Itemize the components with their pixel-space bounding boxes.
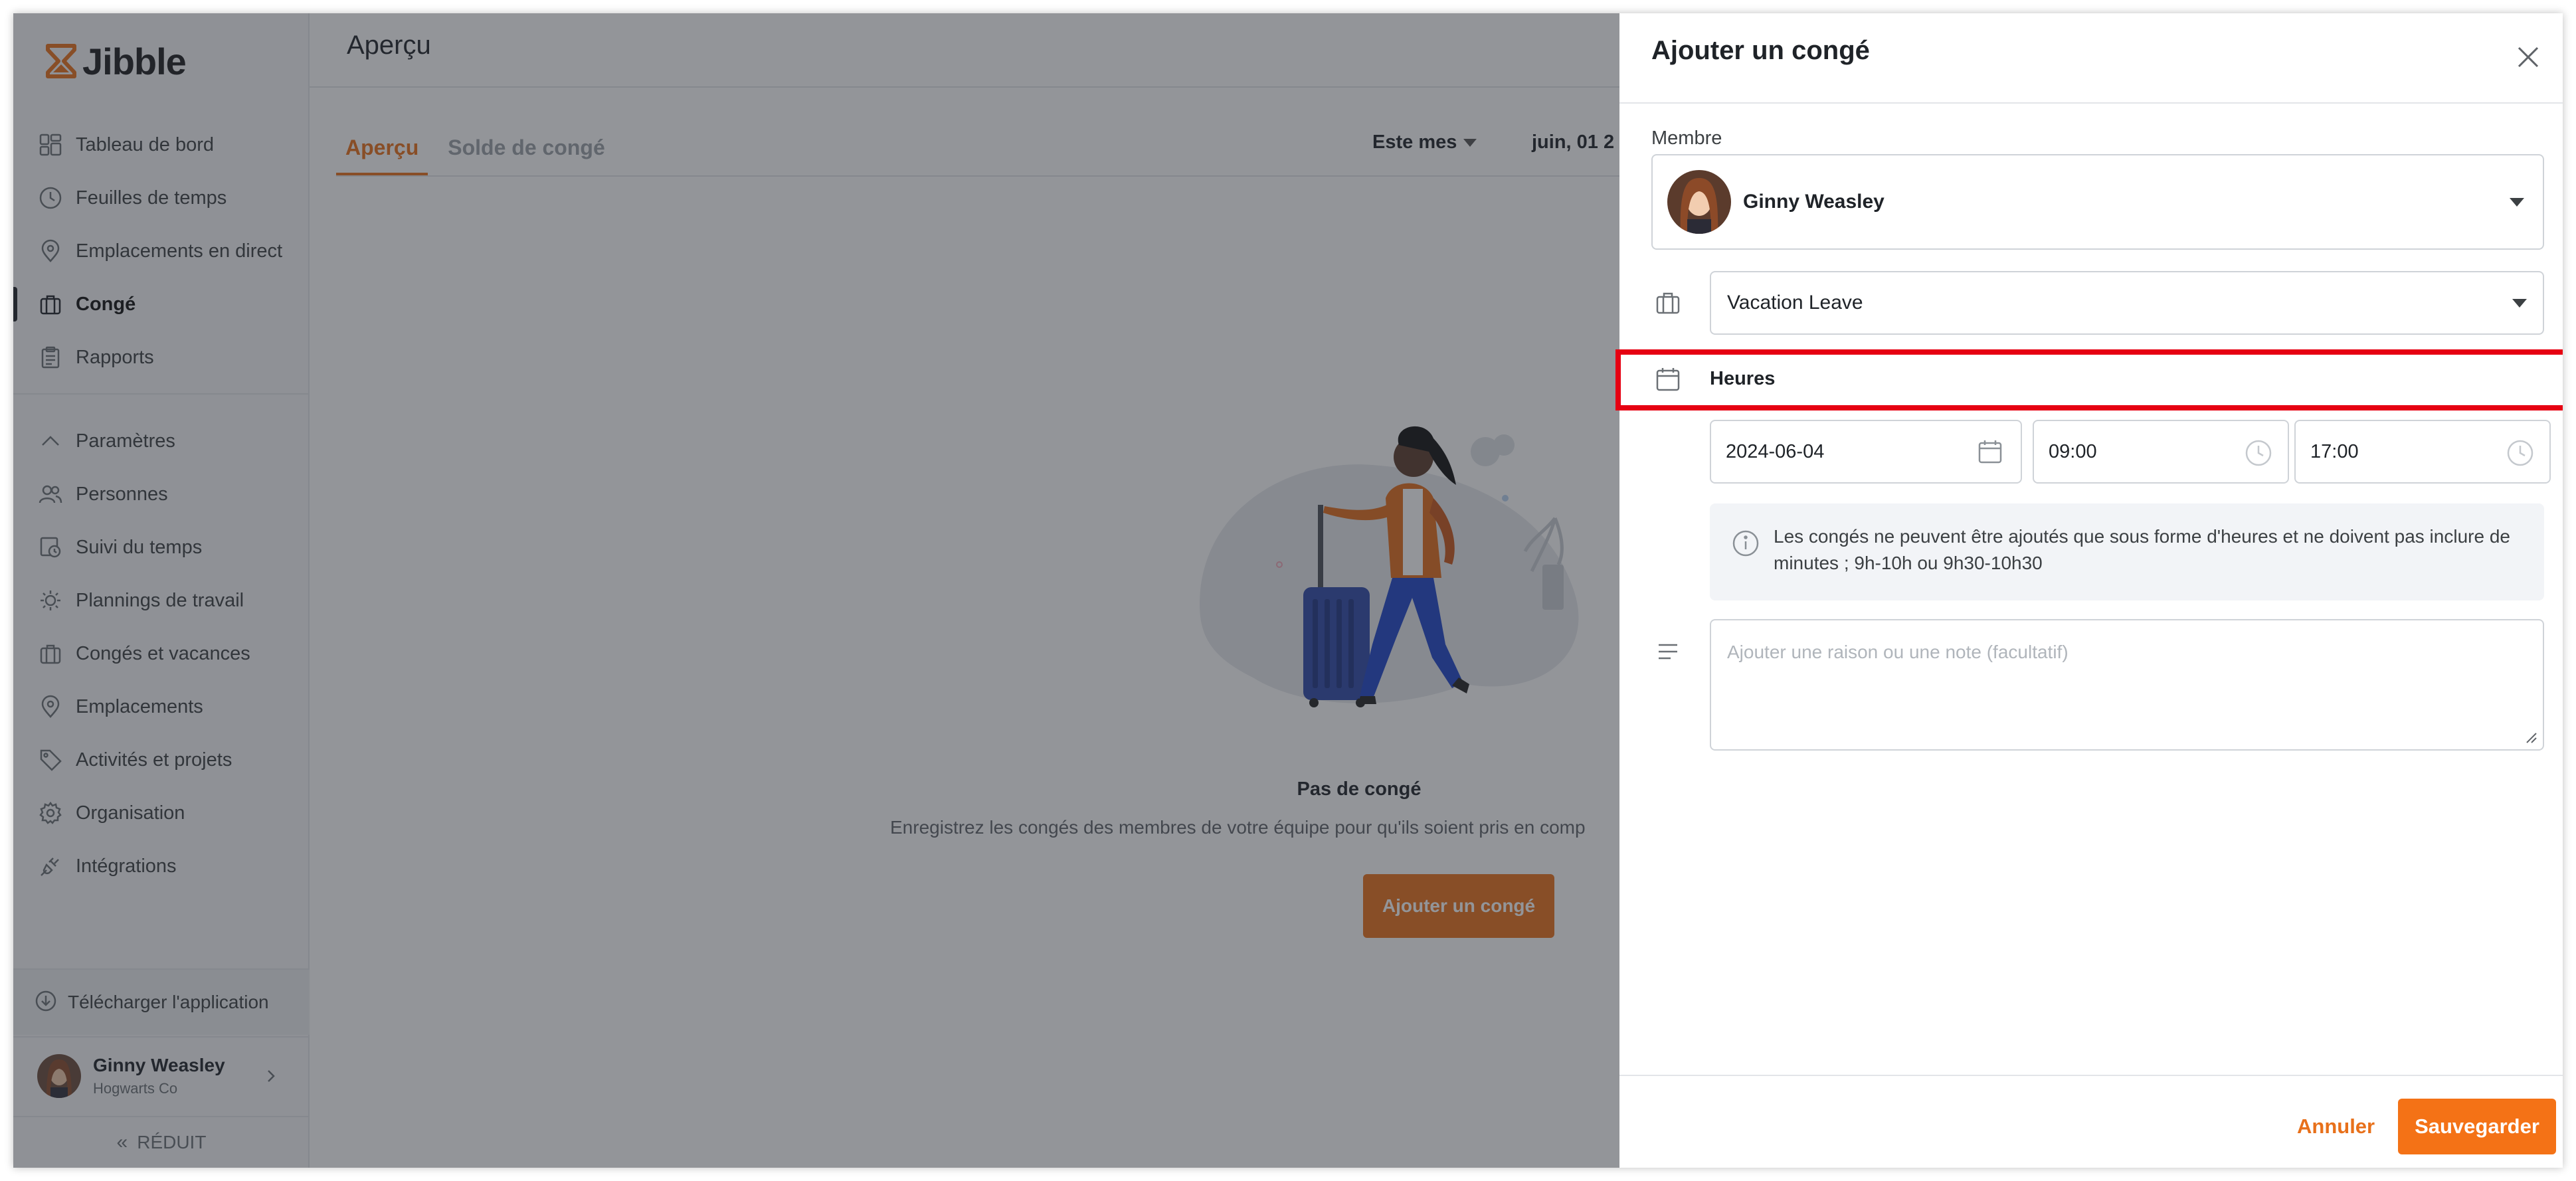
close-icon [2515, 44, 2541, 74]
date-input[interactable]: 2024-06-04 [1710, 420, 2022, 484]
drawer-title: Ajouter un congé [1651, 36, 1870, 65]
briefcase-icon [1653, 287, 1683, 318]
notes-icon [1653, 636, 1683, 667]
end-time-input[interactable]: 17:00 [2294, 420, 2551, 484]
clock-icon [2506, 438, 2535, 468]
end-time-value: 17:00 [2310, 440, 2359, 462]
info-icon [1731, 529, 1760, 558]
app-window: Jibble Tableau de bord Feuilles de temps… [13, 13, 2563, 1168]
save-button[interactable]: Sauvegarder [2398, 1099, 2556, 1154]
member-name: Ginny Weasley [1743, 191, 1885, 213]
avatar [1667, 170, 1731, 234]
calendar-icon [1653, 364, 1683, 395]
date-value: 2024-06-04 [1726, 440, 1825, 462]
member-select[interactable]: Ginny Weasley [1651, 154, 2544, 250]
start-time-input[interactable]: 09:00 [2033, 420, 2289, 484]
hours-label: Heures [1710, 368, 1776, 389]
modal-backdrop[interactable] [13, 13, 1619, 1168]
clock-icon [2244, 438, 2273, 468]
drawer-header: Ajouter un congé [1619, 13, 2563, 104]
note-textarea[interactable]: Ajouter une raison ou une note (facultat… [1710, 619, 2544, 751]
info-text: Les congés ne peuvent être ajoutés que s… [1774, 526, 2510, 573]
caret-down-icon [2510, 198, 2524, 207]
note-placeholder: Ajouter une raison ou une note (facultat… [1727, 642, 2069, 662]
add-leave-drawer: Ajouter un congé Membre Ginny Weasley Va… [1615, 13, 2563, 1168]
resize-handle-icon[interactable] [2523, 729, 2537, 744]
close-button[interactable] [2508, 39, 2548, 78]
caret-down-icon [2512, 299, 2527, 308]
member-label: Membre [1651, 128, 1722, 149]
leave-type-value: Vacation Leave [1727, 292, 1863, 314]
cancel-button[interactable]: Annuler [2284, 1100, 2388, 1153]
drawer-footer: Annuler Sauvegarder [1619, 1075, 2563, 1168]
calendar-icon [1977, 438, 2006, 468]
info-notice: Les congés ne peuvent être ajoutés que s… [1710, 503, 2544, 600]
start-time-value: 09:00 [2049, 440, 2097, 462]
leave-type-select[interactable]: Vacation Leave [1710, 271, 2544, 335]
